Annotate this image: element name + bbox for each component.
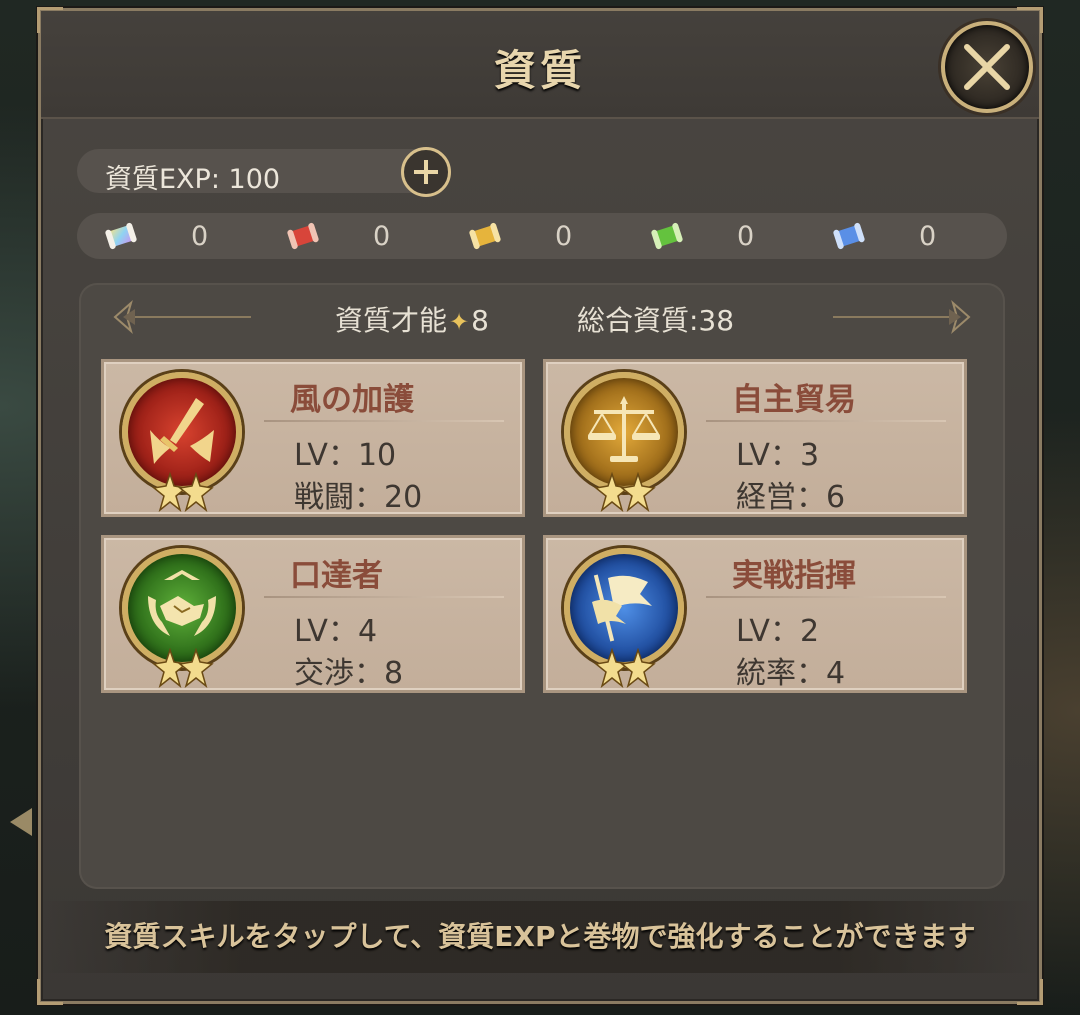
gold-scroll-icon — [469, 222, 501, 250]
handshake-icon — [148, 570, 216, 636]
talent-star-icon: ✦ — [449, 308, 470, 336]
dialog-title: 資質 — [493, 46, 586, 95]
scroll-count: 0 — [191, 221, 209, 252]
close-x-icon — [964, 44, 1010, 90]
skill-name: 口達者 — [290, 558, 383, 594]
skill-stat: 経営：6 — [736, 480, 846, 515]
skill-card-command[interactable]: 実戦指揮 LV：2 統率：4 — [543, 535, 967, 693]
panel-header: 資質才能✦8 総合資質:38 — [79, 297, 1005, 337]
skill-stat: 統率：4 — [736, 656, 846, 691]
scroll-count: 0 — [373, 221, 391, 252]
corner-ornament — [37, 979, 63, 1005]
skill-level: LV：3 — [736, 438, 820, 473]
skill-level: LV：4 — [294, 614, 378, 649]
exp-label: 資質EXP: 100 — [105, 164, 281, 195]
rank-stars-icon — [594, 472, 656, 512]
hint-strip: 資質スキルをタップして、資質EXPと巻物で強化することができます — [41, 901, 1039, 973]
divider — [706, 420, 946, 422]
rank-stars-icon — [152, 648, 214, 688]
skill-level: LV：10 — [294, 438, 397, 473]
close-button[interactable] — [941, 21, 1033, 113]
add-exp-button[interactable] — [401, 147, 451, 197]
skill-card-wind[interactable]: 風の加護 LV：10 戦闘：20 — [101, 359, 525, 517]
scroll-item-red[interactable]: 0 — [287, 219, 417, 253]
skill-card-trade[interactable]: 自主貿易 LV：3 経営：6 — [543, 359, 967, 517]
scroll-count: 0 — [737, 221, 755, 252]
sword-wings-icon — [150, 398, 214, 464]
skill-stat: 戦闘：20 — [294, 480, 423, 515]
green-scroll-icon — [651, 222, 683, 250]
talent-value: 8 — [471, 304, 489, 337]
corner-ornament — [1017, 979, 1043, 1005]
left-arrow-icon — [10, 808, 32, 836]
skill-card-negotiator[interactable]: 口達者 LV：4 交渉：8 — [101, 535, 525, 693]
rank-stars-icon — [152, 472, 214, 512]
skills-panel: 資質才能✦8 総合資質:38 風の加護 LV：10 戦闘：20 自主貿易 LV：… — [79, 283, 1005, 889]
divider — [264, 420, 504, 422]
talent-dialog: 資質 資質EXP: 100 0 0 0 0 0 資質才能✦8 総合資質:38 風… — [37, 7, 1043, 1005]
hint-text: 資質スキルをタップして、資質EXPと巻物で強化することができます — [104, 920, 976, 953]
dialog-header: 資質 — [41, 11, 1039, 119]
total-talent: 総合資質:38 — [577, 304, 735, 337]
scroll-item-green[interactable]: 0 — [651, 219, 781, 253]
rank-stars-icon — [594, 648, 656, 688]
exp-bar: 資質EXP: 100 — [77, 149, 447, 195]
right-ornament-icon — [833, 300, 971, 334]
talent-label: 資質才能 — [335, 304, 448, 337]
scroll-inventory: 0 0 0 0 0 — [77, 213, 1007, 259]
talent-summary: 資質才能✦8 — [335, 299, 489, 339]
scroll-count: 0 — [555, 221, 573, 252]
skill-stat: 交渉：8 — [294, 656, 404, 691]
scroll-item-blue[interactable]: 0 — [833, 219, 963, 253]
red-scroll-icon — [287, 222, 319, 250]
divider — [264, 596, 504, 598]
scroll-item-rainbow[interactable]: 0 — [105, 219, 235, 253]
divider — [706, 596, 946, 598]
skill-level: LV：2 — [736, 614, 820, 649]
flag-icon — [592, 574, 652, 642]
skill-name: 風の加護 — [290, 382, 414, 418]
skill-name: 実戦指揮 — [732, 558, 856, 594]
left-ornament-icon — [113, 300, 251, 334]
blue-scroll-icon — [833, 222, 865, 250]
scroll-item-gold[interactable]: 0 — [469, 219, 599, 253]
skill-name: 自主貿易 — [732, 382, 856, 418]
scales-icon — [588, 396, 660, 462]
rainbow-scroll-icon — [105, 222, 137, 250]
scroll-count: 0 — [919, 221, 937, 252]
